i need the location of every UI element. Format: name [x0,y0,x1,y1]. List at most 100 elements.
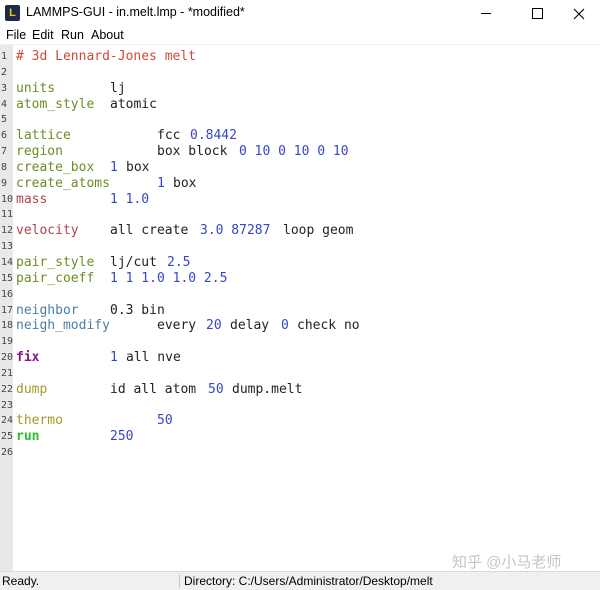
numeric-argument: 1 [110,159,118,175]
command-argument: box block [157,144,228,160]
line-number: 26 [1,447,14,459]
command-keyword: fix [16,350,40,366]
line-number: 9 [1,177,8,189]
command-argument: check no [297,318,360,334]
command-argument: dump.melt [232,381,303,397]
menu-run[interactable]: Run [61,28,84,42]
status-message: Ready. [2,574,40,588]
window-title: LAMMPS-GUI - in.melt.lmp - *modified* [26,5,245,19]
code-lines: 1 # 3d Lennard-Jones melt 2 3 units lj 4… [0,48,600,460]
code-line: 26 [0,444,600,460]
line-number: 8 [1,161,8,173]
line-number: 17 [1,304,14,316]
code-line: 4 atom_style atomic [0,96,600,112]
command-argument: fcc [157,128,181,144]
code-line: 16 [0,286,600,302]
numeric-argument: 0.8442 [190,128,237,144]
command-argument: box [173,175,197,191]
line-number: 15 [1,272,14,284]
line-number: 4 [1,98,8,110]
code-line: 12 velocity all create 3.0 87287 loop ge… [0,222,600,238]
line-number: 18 [1,320,14,332]
command-keyword: mass [16,191,48,207]
command-keyword: pair_coeff [16,270,95,286]
command-argument: all create [110,223,189,239]
command-keyword: neigh_modify [16,318,110,334]
lammps-gui-window: L LAMMPS-GUI - in.melt.lmp - *modified* … [0,0,600,590]
code-line: 10 mass 1 1.0 [0,191,600,207]
numeric-argument: 2.5 [167,254,191,270]
menu-file[interactable]: File [6,28,26,42]
title-bar[interactable]: L LAMMPS-GUI - in.melt.lmp - *modified* [0,0,600,27]
menu-about[interactable]: About [91,28,124,42]
code-line: 8 create_box 1 box [0,159,600,175]
code-line: 20 fix 1 all nve [0,349,600,365]
line-number: 24 [1,415,14,427]
command-keyword: neighbor [16,302,79,318]
code-line: 15 pair_coeff 1 1 1.0 1.0 2.5 [0,270,600,286]
line-number: 13 [1,241,14,253]
menu-file-label: File [6,28,27,42]
command-keyword: region [16,144,63,160]
code-line: 7 region box block 0 10 0 10 0 10 [0,143,600,159]
code-line: 3 units lj [0,80,600,96]
numeric-argument: 250 [110,429,134,445]
code-editor[interactable]: 1 # 3d Lennard-Jones melt 2 3 units lj 4… [0,44,600,572]
line-number: 7 [1,146,8,158]
command-argument: box [126,159,150,175]
command-argument: all nve [126,350,181,366]
line-number: 3 [1,82,8,94]
command-keyword: atom_style [16,96,95,112]
command-argument: delay [230,318,270,334]
line-number: 25 [1,431,14,443]
maximize-button[interactable] [514,0,560,27]
numeric-argument: 1 [157,175,165,191]
line-number: 21 [1,367,14,379]
code-line: 21 [0,365,600,381]
code-line: 13 [0,238,600,254]
code-line: 17 neighbor 0.3 bin [0,302,600,318]
command-argument: atomic [110,96,157,112]
minimize-button[interactable] [463,0,509,27]
line-number: 11 [1,209,14,221]
command-keyword: velocity [16,223,79,239]
code-line: 22 dump id all atom 50 dump.melt [0,381,600,397]
status-bar: Ready. Directory: C:/Users/Administrator… [0,571,600,590]
command-keyword: units [16,80,56,96]
numeric-argument: 50 [208,381,224,397]
menu-edit[interactable]: Edit [32,28,54,42]
line-number: 20 [1,352,14,364]
command-argument: every [157,318,197,334]
code-line: 11 [0,206,600,222]
command-argument: lj/cut [110,254,157,270]
status-directory: Directory: C:/Users/Administrator/Deskto… [184,574,433,588]
line-number: 16 [1,288,14,300]
menu-edit-label: Edit [32,28,54,42]
menu-bar: File Edit Run About [0,27,600,44]
numeric-argument: 0 10 0 10 0 10 [239,144,349,160]
code-line: 23 [0,397,600,413]
code-line: 25 run 250 [0,428,600,444]
code-line: 6 lattice fcc 0.8442 [0,127,600,143]
code-line: 14 pair_style lj/cut 2.5 [0,254,600,270]
watermark-text: 知乎 @小马老师 [452,554,562,571]
status-separator [179,574,180,588]
close-button[interactable] [556,0,600,27]
maximize-icon [531,8,543,19]
line-number: 2 [1,66,8,78]
code-line: 1 # 3d Lennard-Jones melt [0,48,600,64]
command-argument: lj [110,80,126,96]
line-number: 22 [1,383,14,395]
numeric-argument: 3.0 87287 [200,223,271,239]
numeric-argument: 20 [206,318,222,334]
line-number: 19 [1,336,14,348]
line-number: 10 [1,193,14,205]
command-keyword: create_box [16,159,95,175]
numeric-argument: 50 [157,413,173,429]
command-argument: id all atom [110,381,197,397]
command-keyword: lattice [16,128,71,144]
code-line: 2 [0,64,600,80]
code-line: 5 [0,111,600,127]
code-line: 9 create_atoms 1 box [0,175,600,191]
minimize-icon [481,13,491,14]
